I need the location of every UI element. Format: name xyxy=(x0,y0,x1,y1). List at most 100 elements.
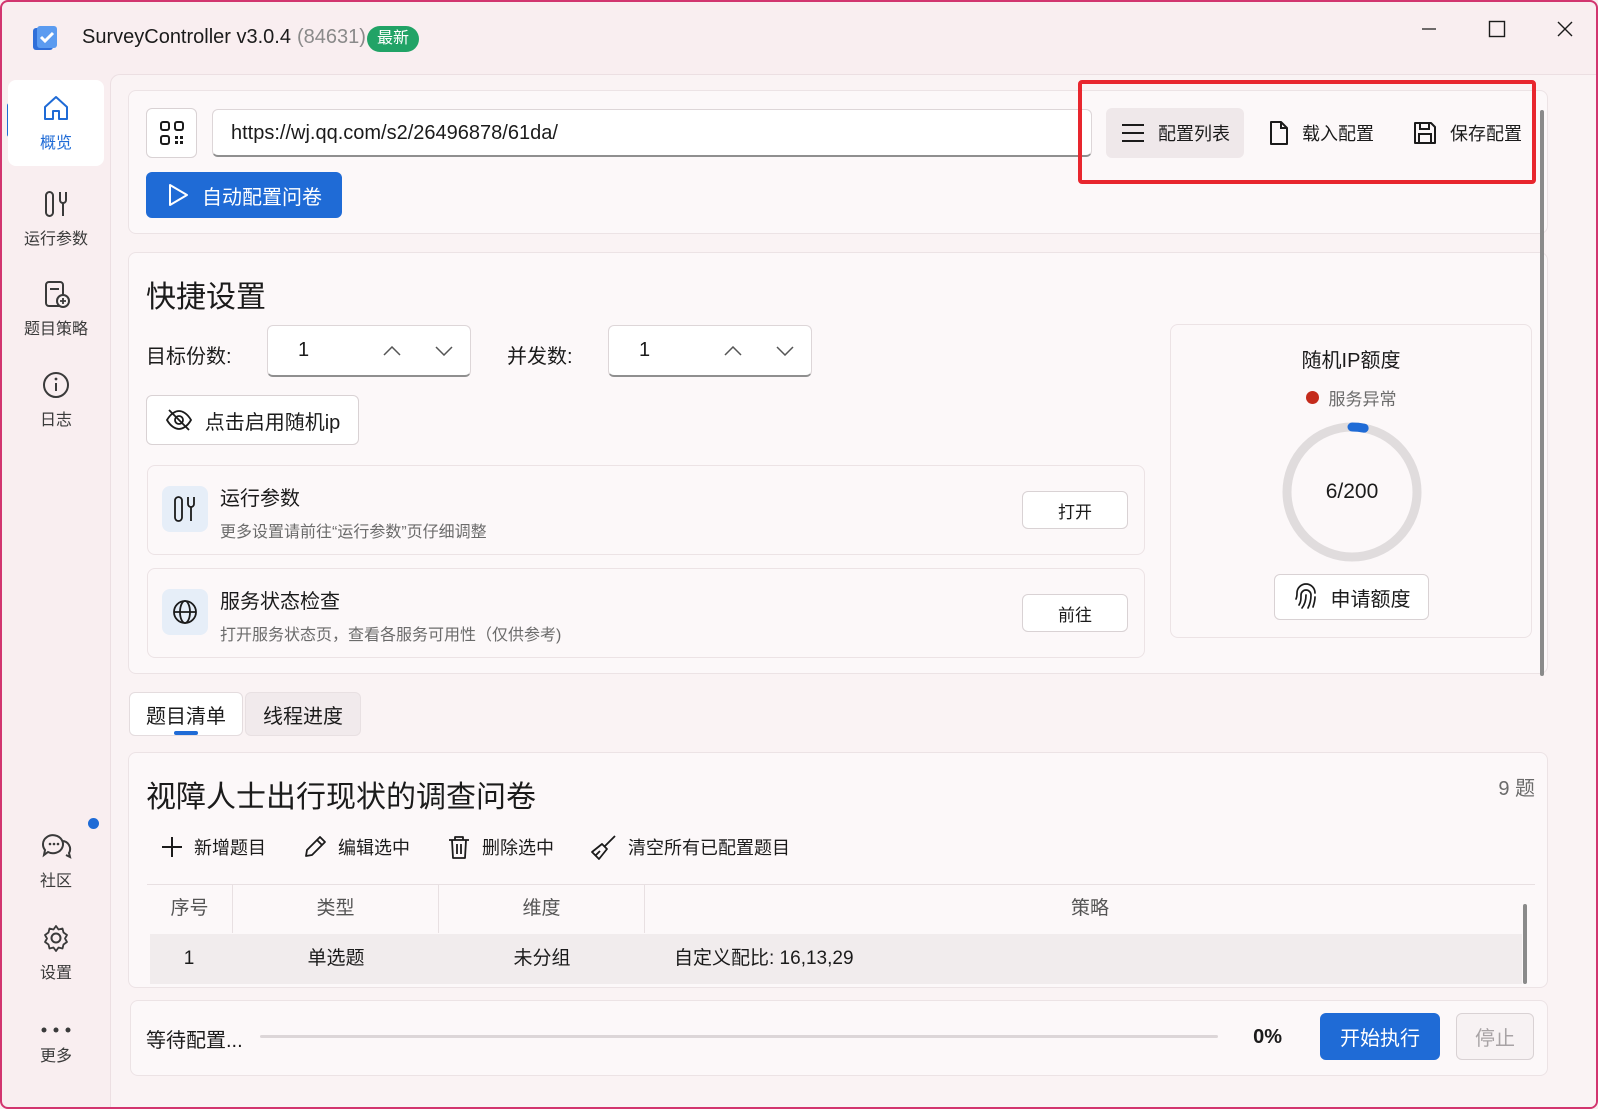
column-header-type[interactable]: 类型 xyxy=(233,885,439,933)
concurrency-label: 并发数: xyxy=(507,346,573,368)
latest-badge: 最新 xyxy=(367,26,420,52)
concurrency-decrement[interactable] xyxy=(771,338,799,364)
sidebar-item-label: 题目策略 xyxy=(23,321,88,338)
chevron-up-icon xyxy=(724,346,742,356)
start-button[interactable]: 开始执行 xyxy=(1320,1013,1440,1060)
delete-selected-button[interactable]: 删除选中 xyxy=(446,830,554,864)
concurrency-stepper[interactable]: 1 xyxy=(608,325,812,377)
notification-dot xyxy=(88,818,99,829)
edit-selected-label: 编辑选中 xyxy=(338,838,410,858)
concurrency-increment[interactable] xyxy=(719,338,747,364)
sidebar-item-community[interactable]: 社区 xyxy=(8,818,104,904)
add-question-button[interactable]: 新增题目 xyxy=(160,830,266,864)
auto-config-button[interactable]: 自动配置问卷 xyxy=(146,172,342,218)
app-title: SurveyController v3.0.4 (84631) xyxy=(82,26,366,49)
trash-icon xyxy=(449,836,469,859)
stop-button[interactable]: 停止 xyxy=(1456,1013,1534,1060)
service-status-desc: 打开服务状态页，查看各服务可用性（仅供参考) xyxy=(220,627,562,644)
minimize-icon xyxy=(1422,28,1436,30)
play-icon xyxy=(169,184,188,206)
app-logo-icon xyxy=(30,24,60,54)
cell-type: 单选题 xyxy=(307,948,365,969)
sidebar-item-label: 更多 xyxy=(39,1048,72,1065)
status-text: 等待配置... xyxy=(146,1030,243,1052)
table-row[interactable]: 1 单选题 未分组 自定义配比: 16,13,29 xyxy=(150,934,1522,984)
tab-thread-progress[interactable]: 线程进度 xyxy=(245,692,361,736)
fingerprint-icon xyxy=(1294,583,1316,609)
question-table-header: 序号 类型 维度 策略 xyxy=(147,884,1535,933)
close-icon xyxy=(1557,21,1573,37)
chevron-down-icon xyxy=(776,346,794,356)
app-window: SurveyController v3.0.4 (84631) 最新 概览 运行参… xyxy=(0,0,1598,1109)
ip-quota-count: 6/200 xyxy=(1325,480,1379,503)
sidebar-item-more[interactable]: 更多 xyxy=(8,1002,104,1088)
broom-icon xyxy=(591,835,616,860)
sidebar-item-label: 运行参数 xyxy=(23,231,88,248)
progress-bar xyxy=(260,1035,1218,1038)
home-icon xyxy=(44,96,68,120)
info-icon xyxy=(43,372,69,398)
title-bar: SurveyController v3.0.4 (84631) 最新 xyxy=(2,2,1596,74)
open-run-params-button[interactable]: 打开 xyxy=(1022,491,1128,529)
column-header-strategy[interactable]: 策略 xyxy=(645,885,1535,933)
ip-service-status: 服务异常 xyxy=(1170,385,1532,410)
tools-icon xyxy=(45,191,67,217)
column-header-dimension[interactable]: 维度 xyxy=(439,885,645,933)
status-dot xyxy=(1305,391,1319,404)
tools-icon xyxy=(162,486,208,532)
sidebar-item-label: 设置 xyxy=(39,965,72,982)
run-params-row: 运行参数 更多设置请前往“运行参数”页仔细调整 打开 xyxy=(147,465,1145,555)
target-count-increment[interactable] xyxy=(378,338,406,364)
minimize-button[interactable] xyxy=(1406,14,1452,44)
sidebar-item-log[interactable]: 日志 xyxy=(8,357,104,443)
sidebar-item-run-params[interactable]: 运行参数 xyxy=(8,176,104,262)
clear-configured-label: 清空所有已配置题目 xyxy=(628,838,790,858)
target-count-value: 1 xyxy=(298,339,310,361)
enable-random-ip-button[interactable]: 点击启用随机ip xyxy=(146,395,359,445)
apply-quota-button[interactable]: 申请额度 xyxy=(1274,574,1429,620)
maximize-icon xyxy=(1488,20,1506,38)
main-scrollbar[interactable] xyxy=(1540,110,1544,676)
sidebar-item-label: 社区 xyxy=(39,873,72,890)
enable-random-ip-label: 点击启用随机ip xyxy=(204,411,341,434)
concurrency-value: 1 xyxy=(639,339,651,361)
chat-icon xyxy=(42,834,72,859)
close-button[interactable] xyxy=(1542,14,1588,44)
chevron-up-icon xyxy=(383,346,401,356)
ip-service-status-text: 服务异常 xyxy=(1328,390,1397,409)
highlight-annotation xyxy=(1078,80,1536,184)
strategy-icon xyxy=(45,281,70,308)
question-count: 9 题 xyxy=(1498,778,1535,800)
globe-icon xyxy=(162,589,208,635)
target-count-decrement[interactable] xyxy=(430,338,458,364)
target-count-stepper[interactable]: 1 xyxy=(267,325,471,377)
plus-icon xyxy=(162,837,182,857)
sidebar-item-settings[interactable]: 设置 xyxy=(8,910,104,996)
maximize-button[interactable] xyxy=(1474,14,1520,44)
service-status-row: 服务状态检查 打开服务状态页，查看各服务可用性（仅供参考) 前往 xyxy=(147,568,1145,658)
sidebar-item-strategy[interactable]: 题目策略 xyxy=(8,266,104,352)
go-service-status-button[interactable]: 前往 xyxy=(1022,594,1128,632)
target-count-label: 目标份数: xyxy=(146,346,232,368)
app-build-number: (84631) xyxy=(296,26,366,48)
qr-code-icon xyxy=(159,121,184,145)
survey-url-input[interactable]: https://wj.qq.com/s2/26496878/61da/ xyxy=(212,109,1092,157)
tab-question-list[interactable]: 题目清单 xyxy=(129,692,243,736)
questionnaire-title: 视障人士出行现状的调查问卷 xyxy=(146,781,536,814)
clear-configured-button[interactable]: 清空所有已配置题目 xyxy=(590,830,790,864)
sidebar-item-label: 日志 xyxy=(39,412,72,429)
column-header-index[interactable]: 序号 xyxy=(147,885,233,933)
cell-dimension: 未分组 xyxy=(513,948,571,969)
qr-code-button[interactable] xyxy=(146,108,197,158)
edit-selected-button[interactable]: 编辑选中 xyxy=(302,830,410,864)
eye-off-icon xyxy=(165,409,192,431)
cell-index: 1 xyxy=(183,948,195,969)
tab-active-underline xyxy=(174,731,198,735)
chevron-down-icon xyxy=(435,346,453,356)
pencil-icon xyxy=(305,836,326,857)
table-scrollbar[interactable] xyxy=(1523,904,1527,984)
auto-config-label: 自动配置问卷 xyxy=(202,186,322,209)
sidebar-item-overview[interactable]: 概览 xyxy=(8,80,104,166)
run-params-desc: 更多设置请前往“运行参数”页仔细调整 xyxy=(220,524,487,541)
progress-percent: 0% xyxy=(1253,1026,1282,1048)
